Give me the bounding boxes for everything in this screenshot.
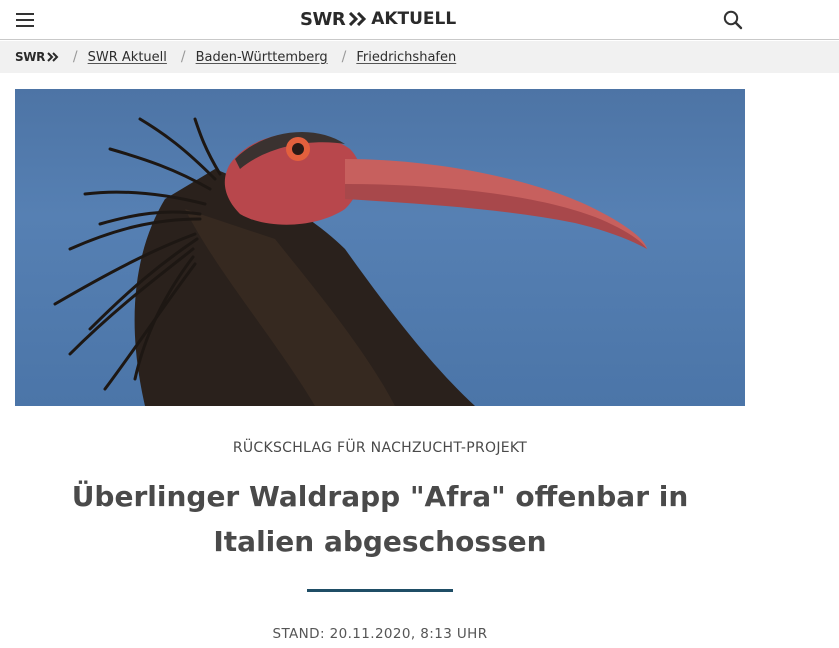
headline-divider xyxy=(307,589,453,592)
article-kicker: RÜCKSCHLAG FÜR NACHZUCHT-PROJEKT xyxy=(232,440,528,456)
breadcrumb-home-link[interactable]: SWR xyxy=(15,50,59,64)
logo-title: AKTUELL xyxy=(371,9,457,29)
breadcrumb-home-label: SWR xyxy=(15,50,45,64)
breadcrumb-separator: / xyxy=(341,49,347,65)
logo-brand: SWR xyxy=(300,8,346,30)
breadcrumb: SWR / SWR Aktuell / Baden-Württemberg / … xyxy=(0,41,839,73)
bald-ibis-illustration xyxy=(53,117,647,406)
breadcrumb-separator: / xyxy=(180,49,186,65)
breadcrumb-separator: / xyxy=(72,49,78,65)
logo-arrows-icon xyxy=(349,12,367,26)
hero-image-bald-ibis xyxy=(15,89,745,406)
article-timestamp: STAND: 20.11.2020, 8:13 UHR xyxy=(272,626,488,642)
article-headline: Überlinger Waldrapp "Afra" offenbar in I… xyxy=(71,480,689,558)
swr-aktuell-logo[interactable]: SWR AKTUELL xyxy=(300,6,456,32)
breadcrumb-item-baden-wuerttemberg[interactable]: Baden-Württemberg xyxy=(196,50,328,65)
search-icon[interactable] xyxy=(722,9,744,31)
site-header: SWR AKTUELL xyxy=(0,0,839,40)
logo-arrows-icon xyxy=(47,52,59,62)
hamburger-menu-icon[interactable] xyxy=(14,11,36,29)
breadcrumb-item-swr-aktuell[interactable]: SWR Aktuell xyxy=(88,50,167,65)
breadcrumb-item-friedrichshafen[interactable]: Friedrichshafen xyxy=(356,50,456,65)
